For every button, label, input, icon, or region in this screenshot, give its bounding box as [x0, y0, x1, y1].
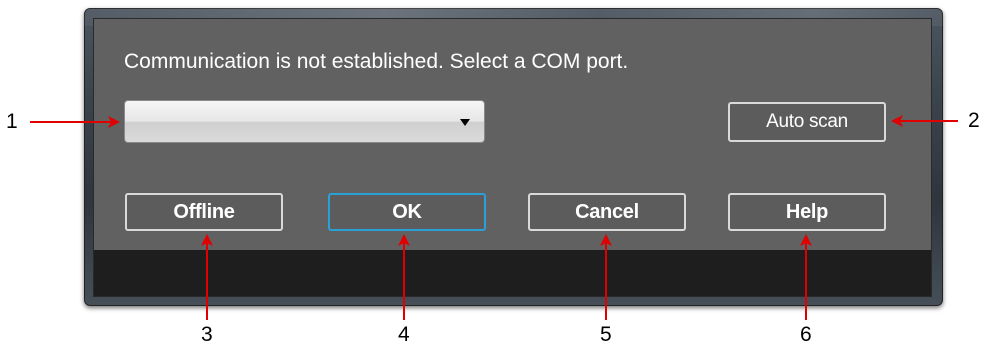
callout-number-4: 4 [398, 323, 410, 346]
callout-number-6: 6 [800, 323, 812, 346]
callout-number-5: 5 [600, 323, 612, 346]
callout-number-2: 2 [968, 109, 980, 132]
callout-arrows [30, 115, 958, 320]
annotated-screenshot: Communication is not established. Select… [0, 0, 985, 347]
callout-number-1: 1 [6, 110, 18, 133]
callout-number-3: 3 [201, 323, 213, 346]
